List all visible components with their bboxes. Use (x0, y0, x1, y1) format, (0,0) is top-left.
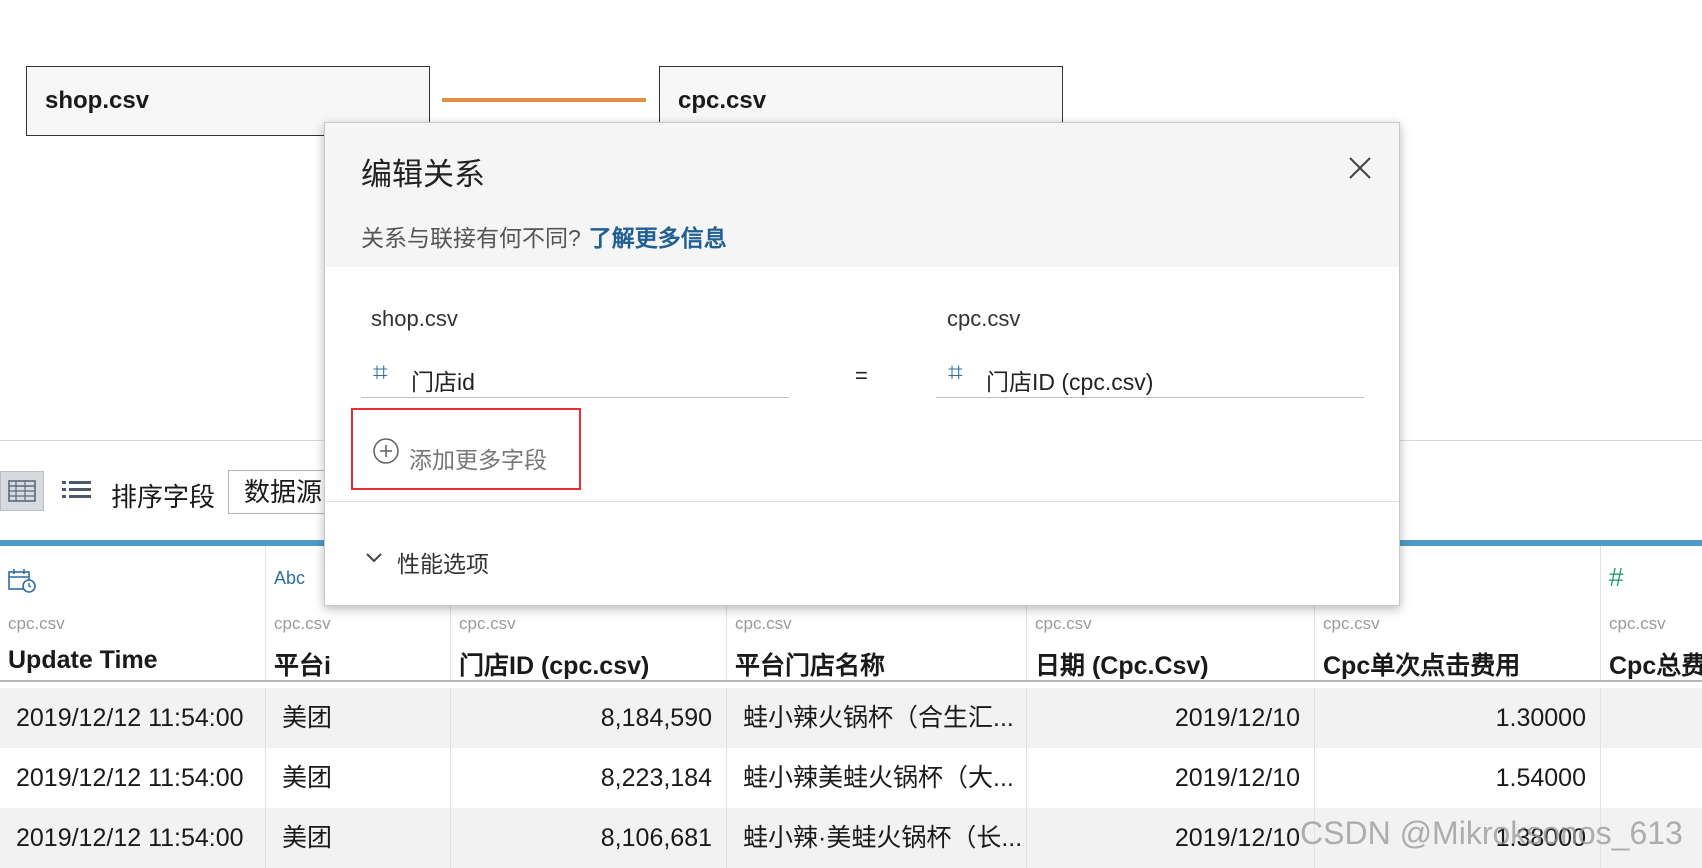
dialog-title: 编辑关系 (361, 157, 485, 192)
right-field-name: 门店ID (cpc.csv) (986, 369, 1154, 395)
grid-view-button[interactable] (0, 471, 44, 511)
close-button[interactable] (1345, 153, 1375, 183)
cell-cpc-unit-cost: 1.30000 (1315, 688, 1601, 748)
close-icon (1349, 157, 1371, 179)
cell-store-name: 蛙小辣·美蛙火锅杯（长... (727, 808, 1027, 868)
cell-store-id: 8,184,590 (451, 688, 727, 748)
dialog-header: 编辑关系 关系与联接有何不同? 了解更多信息 (325, 123, 1399, 267)
cell-store-name: 蛙小辣火锅杯（合生汇... (727, 688, 1027, 748)
cell-store-id: 8,223,184 (451, 748, 727, 808)
add-more-fields-button[interactable]: 添加更多字段 (351, 408, 581, 490)
performance-options-label: 性能选项 (397, 551, 489, 577)
sort-field-label: 排序字段 (111, 482, 216, 512)
column-name: 日期 (Cpc.Csv) (1035, 652, 1209, 680)
edit-relationship-dialog: 编辑关系 关系与联接有何不同? 了解更多信息 shop.csv cpc.csv ⌗… (324, 122, 1400, 606)
left-source-label: shop.csv (371, 306, 458, 331)
column-name: 平台门店名称 (735, 652, 886, 680)
column-source: cpc.csv (459, 614, 516, 633)
cell-update-time: 2019/12/12 11:54:00 (0, 748, 266, 808)
left-field-picker[interactable]: ⌗ 门店id (361, 349, 789, 398)
grid-icon (8, 480, 36, 502)
list-icon (62, 481, 91, 498)
cell-cpc-total (1601, 748, 1702, 808)
cell-platform: 美团 (266, 748, 451, 808)
learn-more-link[interactable]: 了解更多信息 (589, 225, 727, 251)
column-name: 平台i (274, 652, 331, 680)
column-header-update-time[interactable]: cpc.csv Update Time (0, 546, 266, 681)
cell-cpc-total (1601, 688, 1702, 748)
column-source: cpc.csv (1035, 614, 1092, 633)
column-name: Update Time (8, 646, 158, 674)
cell-date: 2019/12/10 (1027, 688, 1315, 748)
cell-platform: 美团 (266, 688, 451, 748)
column-source: cpc.csv (274, 614, 331, 633)
column-name: 门店ID (cpc.csv) (459, 652, 650, 680)
table-row[interactable]: 2019/12/12 11:54:00 美团 8,184,590 蛙小辣火锅杯（… (0, 688, 1702, 748)
sort-field-select[interactable]: 数据源 (228, 470, 338, 514)
right-source-label: cpc.csv (947, 306, 1021, 331)
column-source: cpc.csv (8, 614, 65, 633)
header-divider (0, 680, 1702, 682)
cell-update-time: 2019/12/12 11:54:00 (0, 808, 266, 868)
number-type-icon: ⌗ (373, 357, 388, 387)
cell-cpc-unit-cost: 1.54000 (1315, 748, 1601, 808)
column-name: Cpc单次点击费用 (1323, 652, 1521, 680)
cell-date: 2019/12/10 (1027, 808, 1315, 868)
cell-update-time: 2019/12/12 11:54:00 (0, 688, 266, 748)
cell-date: 2019/12/10 (1027, 748, 1315, 808)
operator-select[interactable]: = (855, 363, 868, 389)
column-name: Cpc总费 (1609, 652, 1702, 680)
table-row[interactable]: 2019/12/12 11:54:00 美团 8,223,184 蛙小辣美蛙火锅… (0, 748, 1702, 808)
column-source: cpc.csv (1609, 614, 1666, 633)
cell-store-id: 8,106,681 (451, 808, 727, 868)
relationship-line[interactable] (442, 98, 646, 102)
list-view-button[interactable] (60, 473, 94, 509)
dialog-subtitle: 关系与联接有何不同? 了解更多信息 (361, 219, 727, 253)
calendar-clock-icon (8, 568, 38, 600)
column-source: cpc.csv (1323, 614, 1380, 633)
string-type-icon: Abc (274, 568, 306, 588)
dialog-divider (325, 501, 1399, 502)
right-field-picker[interactable]: ⌗ 门店ID (cpc.csv) (936, 349, 1364, 398)
number-type-icon: ⌗ (948, 357, 963, 387)
number-type-icon: # (1609, 562, 1624, 592)
watermark: CSDN @Mikroksonos_613 (1300, 815, 1683, 851)
column-header-cpc-total[interactable]: # cpc.csv Cpc总费 (1601, 546, 1702, 681)
cell-platform: 美团 (266, 808, 451, 868)
add-circle-icon (373, 438, 399, 464)
add-more-fields-label: 添加更多字段 (409, 447, 547, 473)
chevron-down-icon (366, 553, 382, 563)
column-source: cpc.csv (735, 614, 792, 633)
left-field-name: 门店id (411, 369, 475, 395)
performance-options-toggle[interactable]: 性能选项 (363, 541, 563, 581)
subtitle-text: 关系与联接有何不同? (361, 225, 581, 251)
cell-store-name: 蛙小辣美蛙火锅杯（大... (727, 748, 1027, 808)
